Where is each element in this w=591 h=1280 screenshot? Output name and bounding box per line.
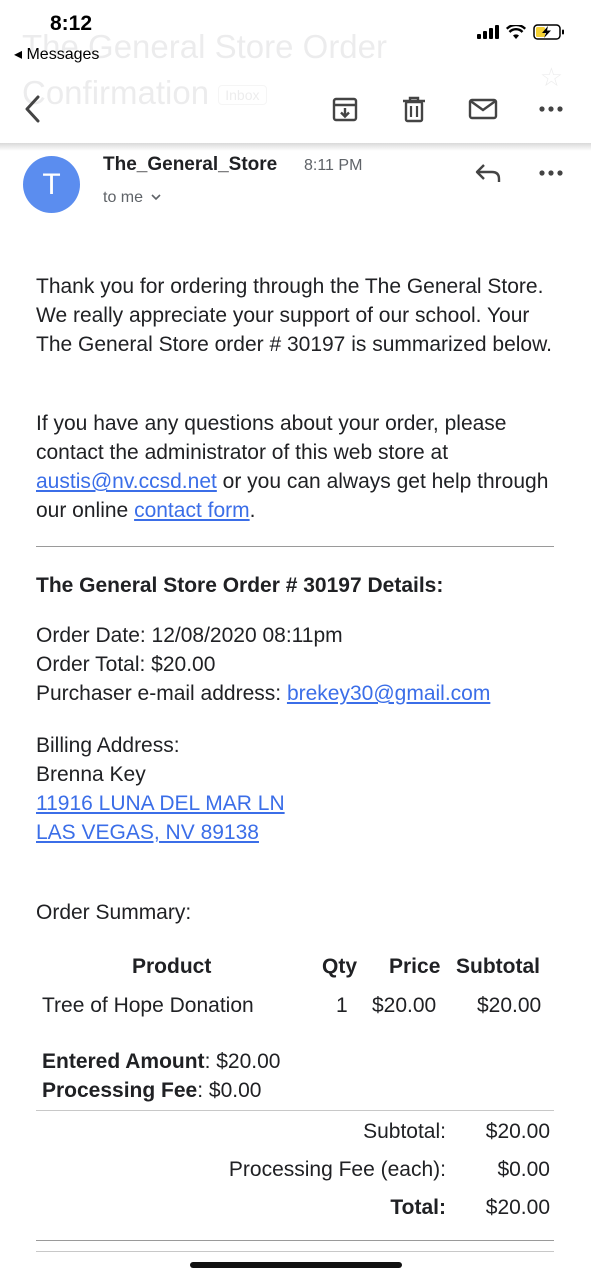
contact-text-prefix: If you have any questions about your ord… [36, 412, 507, 464]
sender-name[interactable]: The_General_Store [103, 154, 277, 176]
mark-unread-button[interactable] [463, 90, 503, 128]
order-total: Order Total: $20.00 [36, 653, 216, 676]
recipient-details[interactable]: to me [103, 189, 162, 207]
inbox-label: Inbox [218, 85, 267, 106]
wifi-icon [506, 24, 526, 39]
totals-divider [36, 1110, 554, 1111]
order-summary-label: Order Summary: [36, 901, 192, 924]
more-icon [539, 170, 563, 176]
billing-label: Billing Address: [36, 734, 180, 757]
contact-paragraph: If you have any questions about your ord… [36, 409, 566, 525]
entered-amount-label: Entered Amount [42, 1050, 205, 1073]
chevron-down-icon [151, 194, 162, 201]
row-subtotal: $20.00 [477, 994, 542, 1017]
purchaser-email-line: Purchaser e-mail address: brekey30@gmail… [36, 679, 566, 708]
column-header-product: Product [132, 955, 212, 978]
toolbar-divider [0, 143, 591, 151]
billing-city-link[interactable]: LAS VEGAS, NV 89138 [36, 821, 259, 844]
delete-button[interactable] [395, 90, 433, 128]
message-more-button[interactable] [534, 156, 568, 190]
footer-divider-2 [36, 1251, 554, 1252]
totals-fee-value: $0.00 [497, 1158, 550, 1181]
section-divider [36, 546, 554, 547]
processing-fee-label: Processing Fee [42, 1079, 198, 1102]
entered-amount-value: : $20.00 [204, 1050, 281, 1073]
column-header-qty: Qty [322, 955, 358, 978]
purchaser-label: Purchaser e-mail address: [36, 682, 287, 705]
totals-subtotal-value: $20.00 [485, 1120, 550, 1143]
admin-email-link[interactable]: austis@nv.ccsd.net [36, 470, 217, 493]
processing-fee-line: Processing Fee: $0.00 [42, 1079, 261, 1103]
purchaser-email-link[interactable]: brekey30@gmail.com [287, 682, 490, 705]
totals-total-label: Total: [390, 1196, 446, 1219]
reply-icon [475, 164, 501, 182]
contact-text-suffix: . [249, 499, 256, 522]
order-date: Order Date: 12/08/2020 08:11pm [36, 624, 343, 647]
battery-charging-icon [533, 24, 564, 40]
sent-time: 8:11 PM [304, 157, 363, 174]
billing-street-link[interactable]: 11916 LUNA DEL MAR LN [36, 792, 285, 815]
totals-fee-label: Processing Fee (each): [228, 1158, 446, 1181]
archive-icon [332, 97, 358, 122]
trash-icon [403, 96, 425, 123]
recipient-label: to me [103, 189, 144, 206]
back-button[interactable] [14, 90, 50, 128]
row-price: $20.00 [372, 994, 437, 1017]
column-header-price: Price [389, 955, 441, 978]
home-indicator[interactable] [190, 1262, 402, 1268]
column-header-subtotal: Subtotal [456, 955, 540, 978]
details-title: The General Store Order # 30197 Details: [36, 574, 444, 597]
more-icon [539, 106, 563, 112]
star-icon[interactable]: ☆ [540, 62, 563, 93]
billing-name: Brenna Key [36, 763, 146, 786]
archive-button[interactable] [326, 90, 364, 128]
processing-fee-value: : $0.00 [197, 1079, 262, 1102]
row-qty: 1 [336, 994, 348, 1017]
intro-paragraph: Thank you for ordering through the The G… [36, 275, 552, 356]
totals-total-value: $20.00 [485, 1196, 550, 1219]
mail-icon [468, 98, 498, 120]
chevron-left-icon [25, 95, 40, 123]
sender-avatar: T [23, 156, 80, 213]
reply-button[interactable] [468, 156, 508, 190]
totals-subtotal-label: Subtotal: [363, 1120, 446, 1143]
more-options-button[interactable] [534, 90, 568, 128]
contact-form-link[interactable]: contact form [134, 499, 250, 522]
row-product: Tree of Hope Donation [42, 994, 254, 1017]
entered-amount-line: Entered Amount: $20.00 [42, 1050, 280, 1074]
footer-divider [36, 1240, 554, 1241]
